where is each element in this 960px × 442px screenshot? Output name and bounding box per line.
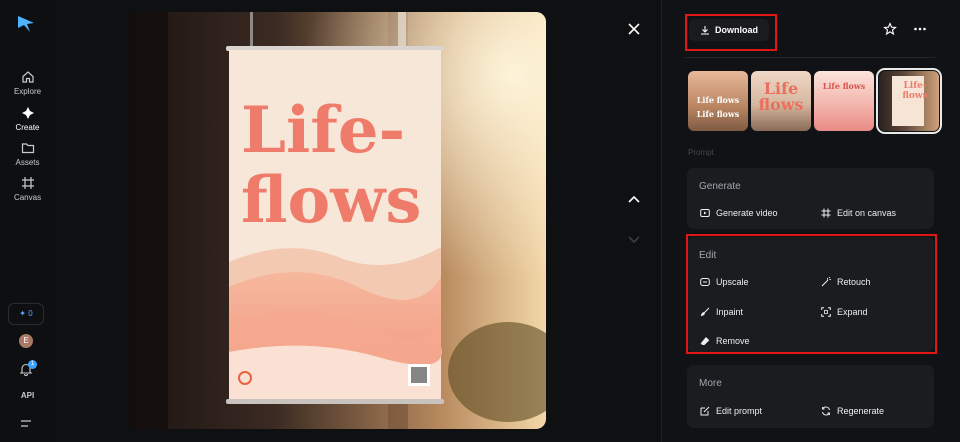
video-icon — [700, 209, 710, 217]
nav-item-create[interactable]: Create — [0, 106, 55, 132]
star-icon[interactable] — [883, 22, 897, 36]
more-title: More — [699, 378, 722, 389]
edit-on-canvas-button[interactable]: Edit on canvas — [821, 208, 896, 218]
action-label: Edit prompt — [716, 406, 763, 416]
menu-icon[interactable] — [19, 418, 33, 430]
more-options-icon[interactable] — [913, 22, 927, 36]
nav-item-label: Explore — [13, 87, 42, 96]
poster-title-line2: flows — [241, 163, 421, 238]
thumbnail-text: flows — [758, 95, 804, 114]
generated-image[interactable]: Life- flows — [128, 12, 546, 429]
api-link[interactable]: API — [0, 391, 55, 400]
action-label: Edit on canvas — [837, 208, 897, 218]
prompt-label: Prompt — [688, 148, 714, 156]
close-icon[interactable] — [627, 22, 641, 36]
thumbnail-text: Life flows — [822, 81, 866, 91]
sparkle-icon — [21, 107, 34, 119]
credits-button[interactable]: ✦ 0 — [8, 303, 44, 325]
edit-highlight-box — [686, 234, 937, 354]
nav-item-explore[interactable]: Explore — [0, 70, 55, 96]
thumbnail-text: Life flows — [696, 95, 740, 105]
action-label: Regenerate — [837, 406, 885, 416]
thumbnail-4[interactable]: Life- flows — [876, 68, 942, 134]
canvas-icon — [21, 177, 34, 189]
nav-item-label: Create — [15, 123, 40, 132]
generate-video-button[interactable]: Generate video — [700, 208, 778, 218]
thumbnail-1[interactable]: Life flows Life flows — [688, 71, 748, 131]
generate-card: Generate Generate video Edit on canvas — [687, 168, 934, 229]
poster-title-line1: Life- — [241, 93, 405, 168]
credits-count: 0 — [28, 309, 33, 318]
edit-icon — [700, 406, 710, 416]
thumbnail-text: Life- — [903, 81, 927, 91]
divider — [685, 57, 935, 58]
thumbnail-3[interactable]: Life flows — [814, 71, 874, 131]
notification-badge: 1 — [28, 360, 37, 369]
thumbnail-text: flows — [902, 91, 928, 101]
app-logo-icon[interactable] — [16, 14, 36, 34]
refresh-icon — [822, 406, 830, 416]
nav-item-assets[interactable]: Assets — [0, 141, 55, 167]
chevron-up-icon[interactable] — [627, 193, 641, 207]
nav-item-label: Assets — [15, 158, 40, 167]
more-card: More Edit prompt Regenerate — [687, 365, 934, 428]
action-label: Generate video — [716, 208, 778, 218]
nav-item-label: Canvas — [13, 193, 42, 202]
thumbnail-2[interactable]: Life flows — [751, 71, 811, 131]
home-icon — [21, 71, 34, 83]
left-nav: Explore Create Assets Canvas ✦ 0 E 1 API — [0, 0, 55, 442]
folder-icon — [21, 143, 34, 154]
chevron-down-icon[interactable] — [627, 232, 641, 246]
regenerate-button[interactable]: Regenerate — [821, 406, 884, 416]
nav-item-canvas[interactable]: Canvas — [0, 176, 55, 202]
edit-prompt-button[interactable]: Edit prompt — [700, 406, 762, 416]
download-highlight-box — [685, 14, 777, 51]
thumbnail-text: Life flows — [696, 109, 740, 119]
canvas-icon — [821, 208, 831, 218]
generate-title: Generate — [699, 181, 741, 192]
avatar[interactable]: E — [19, 334, 33, 348]
